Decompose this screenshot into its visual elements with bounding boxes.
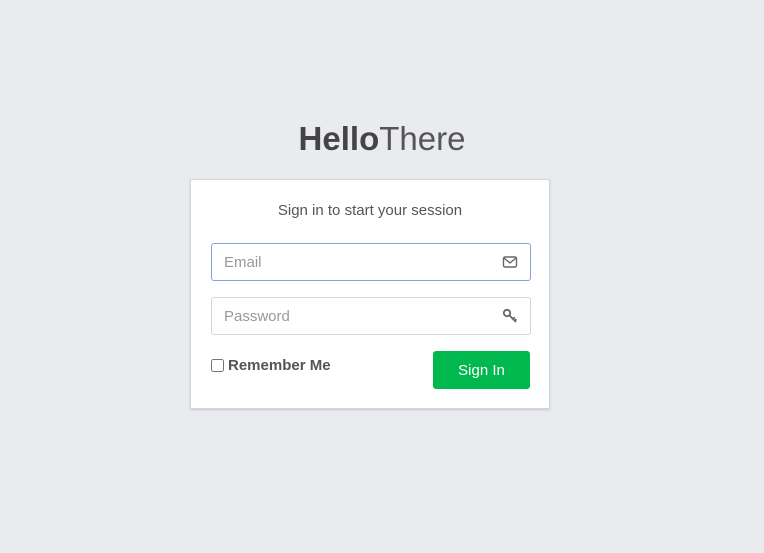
logo-text-bold: Hello — [298, 120, 380, 157]
email-input[interactable] — [212, 244, 492, 280]
envelope-icon — [502, 256, 518, 268]
remember-me-label: Remember Me — [228, 356, 331, 374]
app-logo: HelloThere — [0, 118, 764, 160]
password-input[interactable] — [212, 298, 492, 334]
login-box-message: Sign in to start your session — [277, 202, 463, 219]
sign-in-button[interactable]: Sign In — [433, 351, 530, 389]
key-icon — [502, 308, 518, 323]
remember-me-checkbox[interactable] — [211, 358, 224, 372]
password-field-group — [211, 297, 531, 335]
login-box: Sign in to start your session Remember M… — [190, 179, 550, 409]
logo-text-light: There — [379, 120, 466, 157]
remember-me[interactable]: Remember Me — [211, 356, 331, 374]
email-field-group — [211, 243, 531, 281]
